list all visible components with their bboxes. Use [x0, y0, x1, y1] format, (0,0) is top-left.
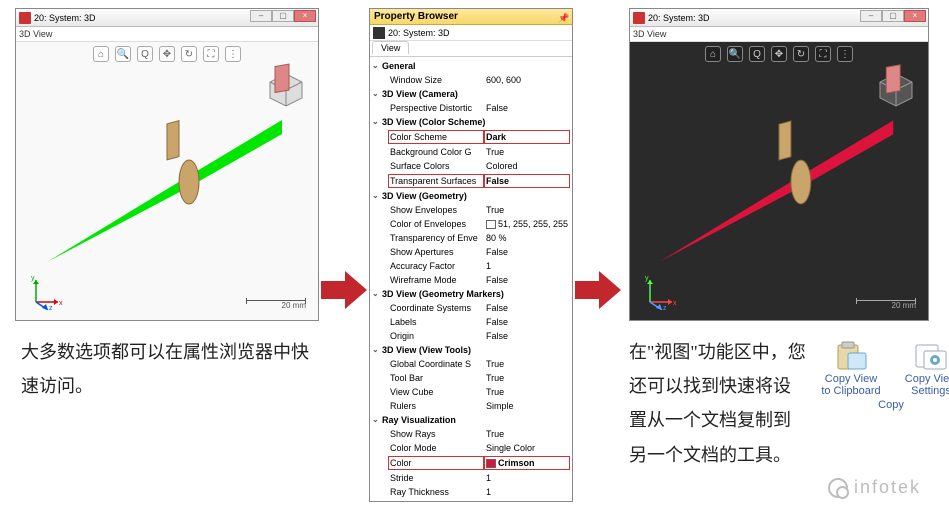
property-browser-subtitle: 20: System: 3D [370, 25, 572, 41]
property-row[interactable]: Window Size600, 600 [370, 73, 572, 87]
svg-text:x: x [673, 300, 677, 307]
copy-view-settings-button[interactable]: Copy View Settings [897, 341, 949, 397]
property-row[interactable]: Surface ColorsColored [370, 159, 572, 173]
property-browser-title[interactable]: Property Browser 📌 [370, 9, 572, 25]
property-row[interactable]: Accuracy Factor1 [370, 259, 572, 273]
property-group[interactable]: ⌄3D View (Camera) [370, 87, 572, 101]
window-controls: – ▢ × [860, 10, 926, 22]
view-label: 3D View [16, 27, 318, 42]
property-row[interactable]: Transparent SurfacesFalse [370, 173, 572, 189]
copy-view-clipboard-button[interactable]: Copy View to Clipboard [817, 341, 885, 397]
property-group[interactable]: ⌄3D View (Geometry) [370, 189, 572, 203]
property-row[interactable]: OriginFalse [370, 329, 572, 343]
property-row[interactable]: Global Coordinate STrue [370, 357, 572, 371]
svg-text:y: y [645, 275, 649, 282]
ribbon-copy-group: Copy View to Clipboard Copy View Setting… [817, 335, 949, 472]
pin-icon[interactable]: 📌 [558, 10, 570, 22]
view-label: 3D View [630, 27, 928, 42]
window-title: 20: System: 3D [34, 13, 96, 23]
window-controls: – ▢ × [250, 10, 316, 22]
doc-icon [373, 27, 385, 39]
property-row[interactable]: Color ModeSingle Color [370, 441, 572, 455]
property-row[interactable]: Stride1 [370, 471, 572, 485]
axes-gizmo: x y z [28, 274, 64, 310]
app-icon [19, 12, 31, 24]
minimize-button[interactable]: – [860, 10, 882, 22]
wechat-icon [828, 478, 848, 498]
arrow-icon [321, 269, 367, 311]
svg-text:y: y [31, 275, 35, 282]
property-group[interactable]: ⌄General [370, 59, 572, 73]
property-row[interactable]: Ray Thickness1 [370, 485, 572, 499]
property-row[interactable]: Perspective DistorticFalse [370, 101, 572, 115]
property-row[interactable]: Color SchemeDark [370, 129, 572, 145]
property-row[interactable]: ColorCrimson [370, 455, 572, 471]
svg-text:z: z [663, 305, 667, 310]
property-row[interactable]: RulersSimple [370, 399, 572, 413]
property-browser: Property Browser 📌 20: System: 3D View ⌄… [369, 8, 573, 502]
property-row[interactable]: Show RaysTrue [370, 427, 572, 441]
caption-left: 大多数选项都可以在属性浏览器中快速访问。 [15, 335, 319, 403]
close-button[interactable]: × [904, 10, 926, 22]
app-icon [633, 12, 645, 24]
svg-text:x: x [59, 300, 63, 307]
clipboard-icon [834, 341, 868, 371]
property-row[interactable]: View CubeTrue [370, 385, 572, 399]
axes-gizmo: x y z [642, 274, 678, 310]
titlebar[interactable]: 20: System: 3D – ▢ × [630, 9, 928, 27]
tab-view[interactable]: View [372, 41, 409, 54]
property-group[interactable]: ⌄3D View (Geometry Markers) [370, 287, 572, 301]
property-row[interactable]: LabelsFalse [370, 315, 572, 329]
property-list[interactable]: ⌄GeneralWindow Size600, 600⌄3D View (Cam… [370, 57, 572, 501]
arrow-icon [575, 269, 621, 311]
property-group[interactable]: ⌄3D View (View Tools) [370, 343, 572, 357]
window-3d-dark: 20: System: 3D – ▢ × 3D View ⌂ 🔍 Q ✥ ↻ ⛶… [629, 8, 929, 321]
svg-text:z: z [49, 305, 53, 310]
property-group[interactable]: ⌄Ray Visualization [370, 413, 572, 427]
property-row[interactable]: Tool BarTrue [370, 371, 572, 385]
property-group[interactable]: ⌄3D View (Color Scheme) [370, 115, 572, 129]
scale-bar: 20 mm [856, 300, 916, 310]
property-row[interactable]: Show EnvelopesTrue [370, 203, 572, 217]
maximize-button[interactable]: ▢ [272, 10, 294, 22]
property-row[interactable]: Background Color GTrue [370, 145, 572, 159]
window-3d-light: 20: System: 3D – ▢ × 3D View ⌂ 🔍 Q ✥ ↻ ⛶… [15, 8, 319, 321]
watermark: infotek [828, 477, 921, 498]
property-tabs: View [370, 41, 572, 57]
property-row[interactable]: Coordinate SystemsFalse [370, 301, 572, 315]
property-row[interactable]: Color of Envelopes51, 255, 255, 255 [370, 217, 572, 231]
titlebar[interactable]: 20: System: 3D – ▢ × [16, 9, 318, 27]
property-row[interactable]: Wireframe ModeFalse [370, 273, 572, 287]
scale-bar: 20 mm [246, 300, 306, 310]
ribbon-group-label: Copy [817, 399, 949, 411]
viewport-3d[interactable]: ⌂ 🔍 Q ✥ ↻ ⛶ ⋮ [630, 42, 928, 320]
minimize-button[interactable]: – [250, 10, 272, 22]
settings-copy-icon [914, 341, 948, 371]
window-title: 20: System: 3D [648, 13, 710, 23]
maximize-button[interactable]: ▢ [882, 10, 904, 22]
close-button[interactable]: × [294, 10, 316, 22]
property-row[interactable]: Show AperturesFalse [370, 245, 572, 259]
property-row[interactable]: Transparency of Enve80 % [370, 231, 572, 245]
caption-right: 在"视图"功能区中，您还可以找到快速将设置从一个文档复制到另一个文档的工具。 [629, 335, 807, 472]
viewport-3d[interactable]: ⌂ 🔍 Q ✥ ↻ ⛶ ⋮ [16, 42, 318, 320]
